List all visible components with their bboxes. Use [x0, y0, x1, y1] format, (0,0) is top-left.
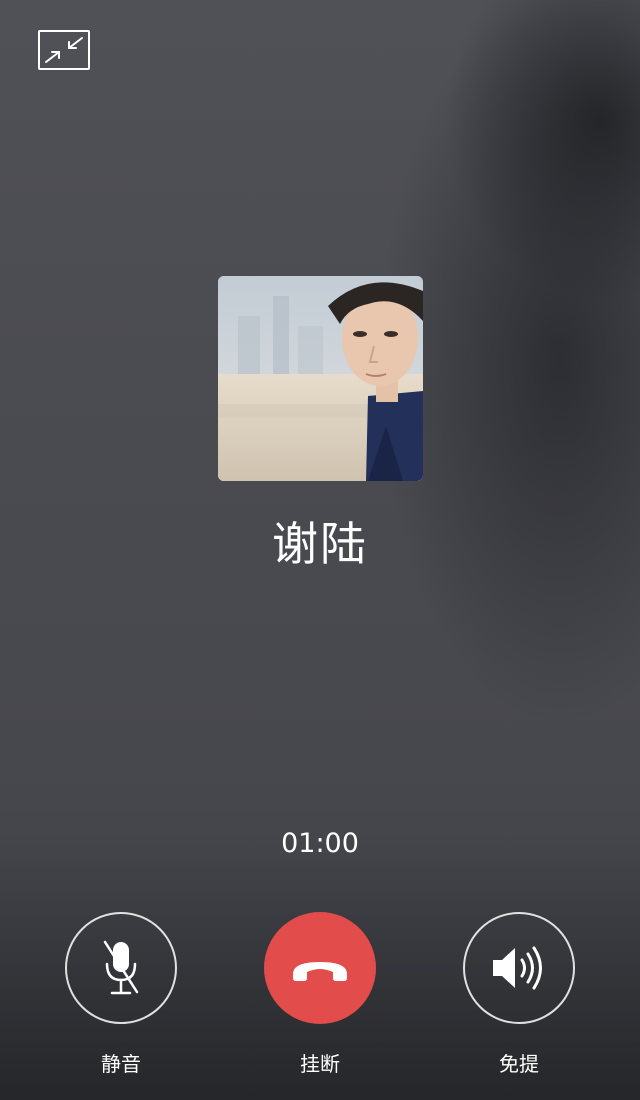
- hangup-button[interactable]: [264, 912, 376, 1024]
- speaker-button[interactable]: [463, 912, 575, 1024]
- mute-button[interactable]: [65, 912, 177, 1024]
- mute-label: 静音: [101, 1052, 141, 1076]
- phone-hangup-icon: [293, 962, 347, 981]
- microphone-off-icon: [103, 940, 139, 995]
- hangup-label: 挂断: [300, 1052, 340, 1076]
- avatar-photo: [218, 276, 423, 481]
- minimize-button[interactable]: [38, 30, 90, 70]
- caller-avatar: [218, 276, 423, 481]
- minimize-window-icon: [45, 37, 83, 63]
- call-timer: 01:00: [281, 828, 359, 859]
- caller-name: 谢陆: [272, 517, 368, 571]
- speaker-icon: [493, 946, 542, 990]
- speaker-label: 免提: [499, 1052, 539, 1076]
